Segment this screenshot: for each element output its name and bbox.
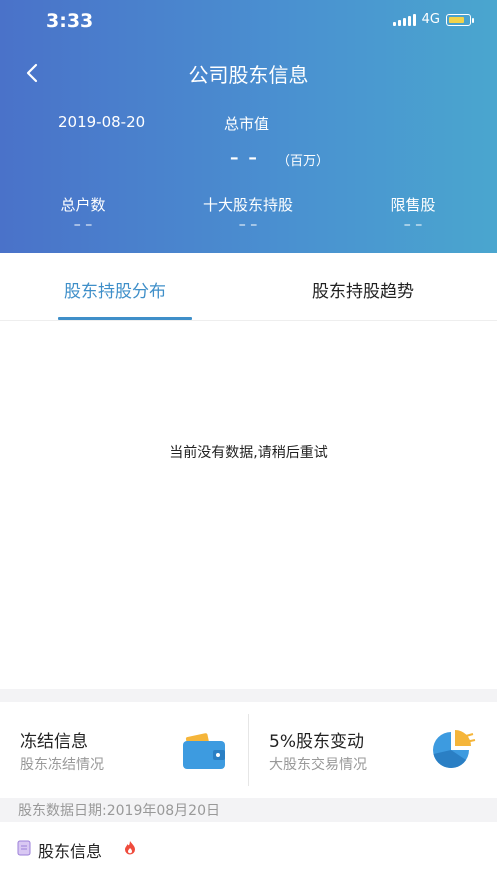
report-date: 2019-08-20 — [58, 113, 146, 131]
stat-label: 限售股 — [390, 196, 436, 214]
empty-message: 当前没有数据,请稍后重试 — [169, 445, 328, 461]
content-area: 当前没有数据,请稍后重试 — [0, 321, 497, 689]
shareholder-info-section[interactable]: 股东信息 — [0, 822, 497, 883]
market-value-label: 总市值 — [224, 115, 270, 133]
stat-value: – – — [403, 217, 423, 233]
battery-icon — [446, 13, 474, 26]
signal-icon — [392, 13, 416, 26]
card-title: 冻结信息 — [20, 732, 88, 752]
page-title: 公司股东信息 — [188, 63, 309, 87]
card-title: 5%股东变动 — [269, 732, 364, 752]
stat-value: – – — [73, 217, 93, 233]
pie-chart-icon — [433, 730, 476, 768]
stat-total-holders: 总户数 – – — [52, 194, 114, 233]
tab-holding-distribution[interactable]: 股东持股分布 — [64, 277, 166, 302]
info-cards: 冻结信息 股东冻结情况 5%股东变动 大股东交易情况 — [0, 702, 497, 798]
card-subtitle: 大股东交易情况 — [269, 757, 367, 773]
status-indicators: 4G — [392, 12, 474, 27]
footer-label: 股东信息 — [38, 842, 103, 861]
document-icon — [17, 840, 31, 856]
stat-restricted-shares: 限售股 – – — [382, 194, 444, 233]
data-date: 股东数据日期:2019年08月20日 — [18, 803, 220, 819]
major-holder-change-card[interactable]: 5%股东变动 大股东交易情况 — [249, 702, 497, 798]
header: 3:33 4G 公司股东信息 2019-08-20 总市值 – – （百万） 总… — [0, 0, 497, 253]
wallet-icon — [183, 733, 225, 769]
stat-value: – – — [238, 217, 258, 233]
stat-top10-holdings: 十大股东持股 – – — [188, 194, 308, 233]
active-tab-indicator — [58, 317, 192, 320]
status-time: 3:33 — [46, 10, 94, 32]
freeze-info-card[interactable]: 冻结信息 股东冻结情况 — [0, 702, 248, 798]
tab-holding-trend[interactable]: 股东持股趋势 — [312, 277, 414, 302]
tab-bar: 股东持股分布 股东持股趋势 — [0, 253, 497, 321]
network-label: 4G — [421, 12, 440, 27]
stat-label: 十大股东持股 — [202, 196, 293, 214]
stat-label: 总户数 — [60, 196, 106, 214]
card-subtitle: 股东冻结情况 — [20, 757, 104, 773]
flame-icon — [125, 841, 135, 855]
market-value-unit: （百万） — [277, 154, 330, 169]
market-value: – – — [230, 148, 259, 168]
